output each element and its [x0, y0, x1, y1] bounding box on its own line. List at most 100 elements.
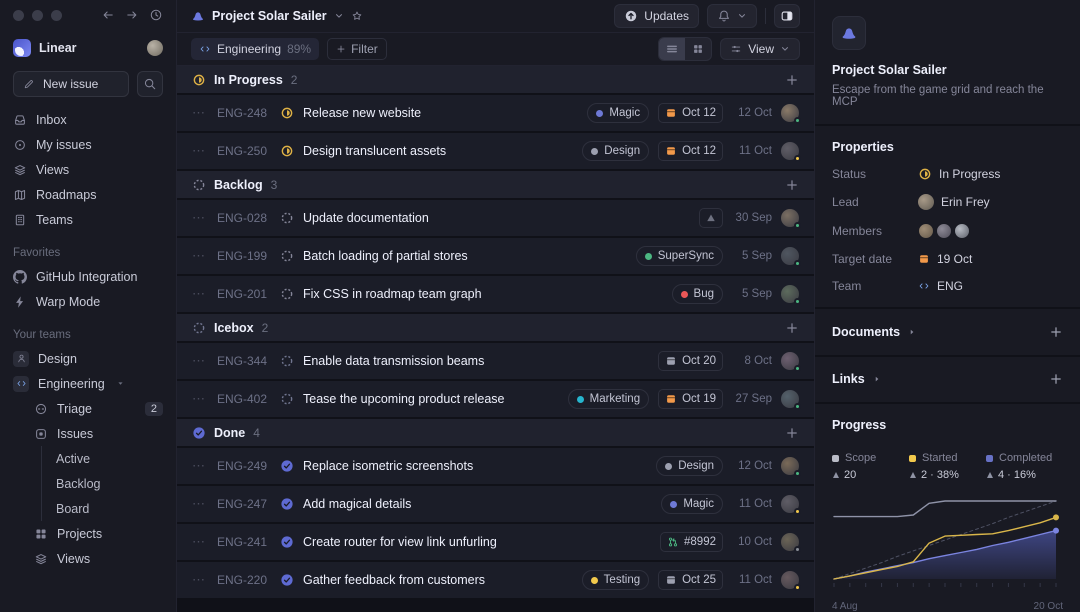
sidebar-item-teams[interactable]: Teams: [0, 207, 176, 232]
due-date-chip[interactable]: Oct 12: [658, 141, 723, 161]
label-chip[interactable]: Magic: [661, 494, 723, 514]
forward-icon[interactable]: [125, 8, 139, 22]
links-title[interactable]: Links: [832, 372, 865, 386]
chevron-down-icon[interactable]: [334, 11, 344, 21]
status-done-icon[interactable]: [280, 459, 294, 473]
assignee-avatar[interactable]: [781, 209, 801, 229]
status-backlog-icon[interactable]: [280, 287, 294, 301]
star-icon[interactable]: [351, 10, 363, 22]
pull-request-chip[interactable]: #8992: [660, 532, 723, 552]
lead-value[interactable]: Erin Frey: [918, 194, 990, 210]
back-icon[interactable]: [101, 8, 115, 22]
issue-row-ENG-199[interactable]: ⋯ ENG-199 Batch loading of partial stores S…: [177, 238, 814, 274]
add-issue-button[interactable]: [785, 321, 799, 335]
members-avatars[interactable]: [918, 223, 970, 239]
warning-chip[interactable]: [699, 208, 723, 228]
issue-row-ENG-248[interactable]: ⋯ ENG-248 Release new website Magic Oct 12 12…: [177, 95, 814, 131]
sidebar-item-projects[interactable]: Projects: [0, 521, 176, 546]
issue-row-ENG-249[interactable]: ⋯ ENG-249 Replace isometric screenshots Des…: [177, 448, 814, 484]
label-chip[interactable]: Bug: [671, 284, 723, 304]
sidebar-item-github-integration[interactable]: GitHub Integration: [0, 264, 176, 289]
panel-project-title[interactable]: Project Solar Sailer: [832, 63, 1063, 77]
sidebar-item-inbox[interactable]: Inbox: [0, 107, 176, 132]
sidebar-item-board[interactable]: Board: [0, 496, 176, 521]
label-chip[interactable]: Marketing: [567, 389, 650, 409]
drag-handle[interactable]: ⋯: [192, 391, 208, 407]
assignee-avatar[interactable]: [781, 247, 801, 267]
status-backlog-icon[interactable]: [280, 249, 294, 263]
sidebar-item-views[interactable]: Views: [0, 546, 176, 571]
sidebar-item-triage[interactable]: Triage 2: [0, 396, 176, 421]
window-dot[interactable]: [32, 9, 43, 21]
label-chip[interactable]: Testing: [581, 570, 650, 590]
drag-handle[interactable]: ⋯: [192, 143, 208, 159]
status-in-progress-icon[interactable]: [280, 144, 294, 158]
due-date-chip[interactable]: Oct 12: [658, 103, 723, 123]
sidebar-item-views[interactable]: Views: [0, 157, 176, 182]
view-options-button[interactable]: View: [720, 38, 800, 60]
filter-button[interactable]: Filter: [327, 38, 387, 60]
sidebar-team-engineering[interactable]: Engineering: [0, 371, 176, 396]
status-done-icon[interactable]: [280, 573, 294, 587]
window-controls[interactable]: [13, 9, 62, 21]
label-chip[interactable]: Magic: [587, 103, 650, 123]
panel-project-description[interactable]: Escape from the game grid and reach the …: [832, 84, 1063, 108]
drag-handle[interactable]: ⋯: [192, 248, 208, 264]
sidebar-item-issues[interactable]: Issues: [0, 421, 176, 446]
due-date-chip[interactable]: Oct 25: [658, 570, 723, 590]
due-date-chip[interactable]: Oct 19: [658, 389, 723, 409]
caret-right-icon[interactable]: [907, 327, 917, 337]
assignee-avatar[interactable]: [781, 142, 801, 162]
add-issue-button[interactable]: [785, 178, 799, 192]
notifications-button[interactable]: [707, 4, 757, 28]
status-done-icon[interactable]: [280, 535, 294, 549]
board-view-button[interactable]: [685, 38, 711, 60]
team-value[interactable]: ENG: [918, 279, 963, 293]
assignee-avatar[interactable]: [781, 533, 801, 553]
search-button[interactable]: [137, 71, 163, 97]
target-date-value[interactable]: 19 Oct: [918, 252, 972, 266]
status-value[interactable]: In Progress: [918, 167, 1000, 181]
drag-handle[interactable]: ⋯: [192, 210, 208, 226]
drag-handle[interactable]: ⋯: [192, 286, 208, 302]
sidebar-item-my-issues[interactable]: My issues: [0, 132, 176, 157]
caret-right-icon[interactable]: [872, 374, 882, 384]
sidebar-team-design[interactable]: Design: [0, 346, 176, 371]
user-avatar[interactable]: [147, 40, 163, 56]
sidebar-item-roadmaps[interactable]: Roadmaps: [0, 182, 176, 207]
assignee-avatar[interactable]: [781, 285, 801, 305]
add-issue-button[interactable]: [785, 73, 799, 87]
status-backlog-icon[interactable]: [280, 211, 294, 225]
history-icon[interactable]: [149, 8, 163, 22]
issue-row-ENG-028[interactable]: ⋯ ENG-028 Update documentation 30 Sep: [177, 200, 814, 236]
new-issue-button[interactable]: New issue: [13, 71, 129, 97]
label-chip[interactable]: SuperSync: [635, 246, 723, 266]
drag-handle[interactable]: ⋯: [192, 353, 208, 369]
issue-row-ENG-344[interactable]: ⋯ ENG-344 Enable data transmission beams Oc…: [177, 343, 814, 379]
assignee-avatar[interactable]: [781, 571, 801, 591]
sidebar-item-backlog[interactable]: Backlog: [0, 471, 176, 496]
issue-row-ENG-402[interactable]: ⋯ ENG-402 Tease the upcoming product relea…: [177, 381, 814, 417]
add-document-button[interactable]: [1049, 325, 1063, 339]
add-link-button[interactable]: [1049, 372, 1063, 386]
due-date-chip[interactable]: Oct 20: [658, 351, 723, 371]
project-icon-box[interactable]: [832, 16, 866, 50]
status-done-icon[interactable]: [280, 497, 294, 511]
drag-handle[interactable]: ⋯: [192, 458, 208, 474]
assignee-avatar[interactable]: [781, 352, 801, 372]
drag-handle[interactable]: ⋯: [192, 105, 208, 121]
assignee-avatar[interactable]: [781, 495, 801, 515]
issue-row-ENG-220[interactable]: ⋯ ENG-220 Gather feedback from customers Te…: [177, 562, 814, 598]
drag-handle[interactable]: ⋯: [192, 496, 208, 512]
workspace-switcher[interactable]: Linear: [0, 30, 176, 66]
issue-row-ENG-247[interactable]: ⋯ ENG-247 Add magical details Magic 11 Oct: [177, 486, 814, 522]
team-filter-chip[interactable]: Engineering 89%: [191, 38, 320, 60]
list-view-button[interactable]: [659, 38, 686, 60]
window-dot[interactable]: [51, 9, 62, 21]
window-dot[interactable]: [13, 9, 24, 21]
drag-handle[interactable]: ⋯: [192, 572, 208, 588]
sidebar-item-warp-mode[interactable]: Warp Mode: [0, 289, 176, 314]
toggle-right-panel-button[interactable]: [774, 4, 800, 28]
project-title[interactable]: Project Solar Sailer: [212, 9, 327, 23]
assignee-avatar[interactable]: [781, 104, 801, 124]
